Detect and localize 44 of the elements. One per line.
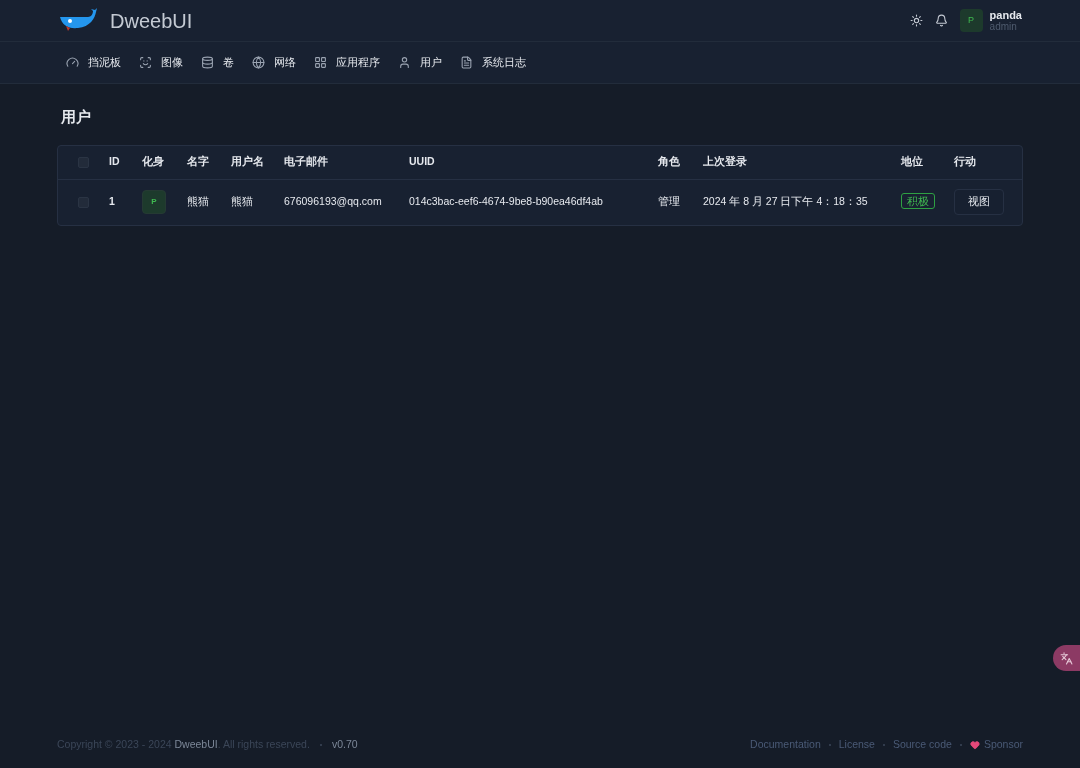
translate-icon — [1060, 651, 1073, 665]
table-cell: 熊猫 — [231, 195, 253, 208]
column-header: 上次登录 — [703, 155, 747, 168]
nav-item[interactable]: 应用程序 — [314, 54, 380, 71]
user-name: panda — [989, 9, 1022, 21]
column-header: 名字 — [187, 155, 209, 168]
status-badge: 积极 — [901, 193, 935, 210]
table-cell: 676096193@qq.com — [284, 195, 382, 208]
table-cell: 熊猫 — [187, 195, 209, 208]
globe-icon — [252, 56, 265, 69]
nav-item[interactable]: 系统日志 — [460, 54, 526, 71]
table-cell: 管理 — [658, 195, 680, 208]
column-header: 用户名 — [231, 155, 264, 168]
database-icon — [201, 56, 214, 69]
user-avatar: P — [142, 190, 166, 214]
user-icon — [398, 56, 411, 69]
version-text: v0.70 — [331, 737, 358, 753]
nav-item[interactable]: 挡泥板 — [66, 54, 121, 71]
nav-item[interactable]: 卷 — [201, 54, 234, 71]
user-avatar[interactable]: P — [959, 9, 983, 32]
notifications-icon[interactable] — [934, 14, 948, 27]
nav-item[interactable]: 图像 — [139, 54, 183, 71]
table-cell: 2024 年 8 月 27 日下午 4：18：35 — [703, 195, 868, 208]
table-cell: 1 — [109, 195, 115, 208]
column-header: ID — [109, 155, 120, 168]
document-icon — [460, 56, 473, 69]
apps-grid-icon — [314, 56, 327, 69]
nav-item[interactable]: 网络 — [252, 54, 296, 71]
column-header: 角色 — [658, 155, 680, 168]
column-header: 化身 — [142, 155, 164, 168]
view-button[interactable]: 视图 — [954, 189, 1004, 215]
brand-name[interactable]: DweebUI — [110, 5, 193, 36]
table-cell: 014c3bac-eef6-4674-9be8-b90ea46df4ab — [409, 195, 603, 208]
gauge-icon — [66, 56, 79, 69]
nav-item[interactable]: 用户 — [398, 54, 442, 71]
user-role: admin — [989, 20, 1017, 32]
column-header: 地位 — [901, 155, 923, 168]
heart-icon — [969, 740, 980, 750]
column-header: 行动 — [954, 155, 976, 168]
theme-toggle-icon[interactable] — [909, 14, 923, 27]
translate-widget[interactable] — [1053, 645, 1080, 671]
column-header: 电子邮件 — [284, 155, 328, 168]
page-title: 用户 — [61, 107, 92, 127]
column-header: UUID — [409, 155, 435, 168]
